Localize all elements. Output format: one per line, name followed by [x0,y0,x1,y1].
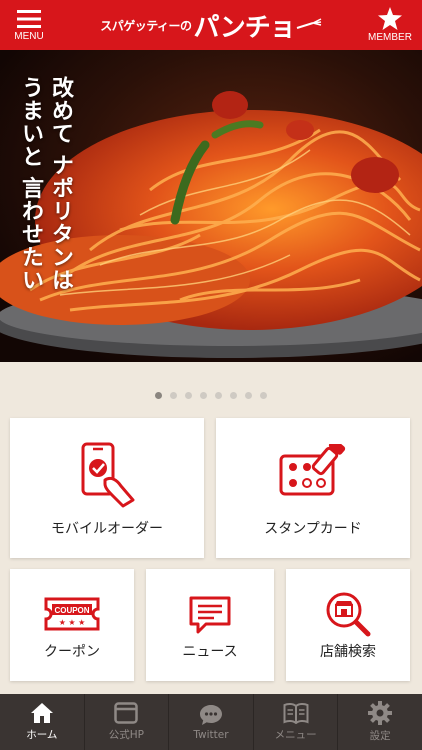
carousel-dot[interactable] [185,392,192,399]
coupon-icon: COUPON ★ ★ ★ [44,597,100,631]
coupon-tile[interactable]: COUPON ★ ★ ★ クーポン [10,569,134,681]
hamburger-icon [17,9,41,28]
svg-text:★ ★ ★: ★ ★ ★ [59,618,86,627]
hero-line-4: 言わせたい [18,176,44,292]
carousel-dot[interactable] [215,392,222,399]
mobile-order-icon [81,442,135,508]
tab-menu[interactable]: メニュー [254,694,339,750]
home-icon [30,703,53,723]
mobile-order-label: モバイルオーダー [51,521,163,537]
carousel-dot[interactable] [155,392,162,399]
tab-official-hp-label: 公式HP [108,729,144,741]
hero-banner[interactable]: 改めて ナポリタンは うまいと 言わせたい [0,50,422,362]
tab-menu-label: メニュー [274,729,317,741]
store-search-label: 店舗検索 [320,644,376,660]
menu-button[interactable]: MENU [6,0,52,50]
news-label: ニュース [182,644,238,660]
tab-twitter-label: Twitter [193,728,229,741]
tab-settings-label: 設定 [369,730,391,742]
menu-book-icon [283,702,309,724]
browser-icon [114,702,139,724]
star-icon [378,7,402,30]
app-logo: スパゲッティーの パンチョ [100,6,322,44]
tab-settings[interactable]: 設定 [338,694,422,750]
news-tile[interactable]: ニュース [146,569,274,681]
stamp-card-tile[interactable]: スタンプカード [216,418,410,558]
tab-official-hp[interactable]: 公式HP [85,694,170,750]
store-search-icon [326,592,371,637]
coupon-badge-text: COUPON [54,606,89,615]
news-icon [189,596,231,634]
hero-tagline: 改めて ナポリタンは うまいと 言わせたい [16,76,76,316]
coupon-label: クーポン [44,644,100,660]
hero-line-2: ナポリタンは [48,153,74,292]
fork-icon [296,18,322,29]
logo-subtitle: スパゲッティーの [100,18,192,33]
carousel-dot[interactable] [230,392,237,399]
tab-home[interactable]: ホーム [0,694,85,750]
gear-icon [368,701,393,725]
store-search-tile[interactable]: 店舗検索 [286,569,410,681]
carousel-dot[interactable] [170,392,177,399]
carousel-dot[interactable] [245,392,252,399]
stamp-card-label: スタンプカード [264,521,362,537]
menu-label: MENU [14,30,44,42]
chat-bubble-icon [199,704,222,725]
carousel-dot[interactable] [200,392,207,399]
carousel-indicator [0,392,422,399]
tab-home-label: ホーム [26,729,58,741]
member-label: MEMBER [368,32,412,43]
logo-title: パンチョ [193,12,295,43]
member-button[interactable]: MEMBER [362,0,418,50]
bottom-tab-bar: ホーム 公式HP Twitter メニュー 設定 [0,694,422,750]
tab-twitter[interactable]: Twitter [169,694,254,750]
hero-line-1: 改めて [48,76,74,145]
hero-line-3: うまいと [18,76,44,168]
app-header: MENU スパゲッティーの パンチョ MEMBER [0,0,422,50]
mobile-order-tile[interactable]: モバイルオーダー [10,418,204,558]
stamp-card-icon [279,444,346,496]
carousel-dot[interactable] [260,392,267,399]
